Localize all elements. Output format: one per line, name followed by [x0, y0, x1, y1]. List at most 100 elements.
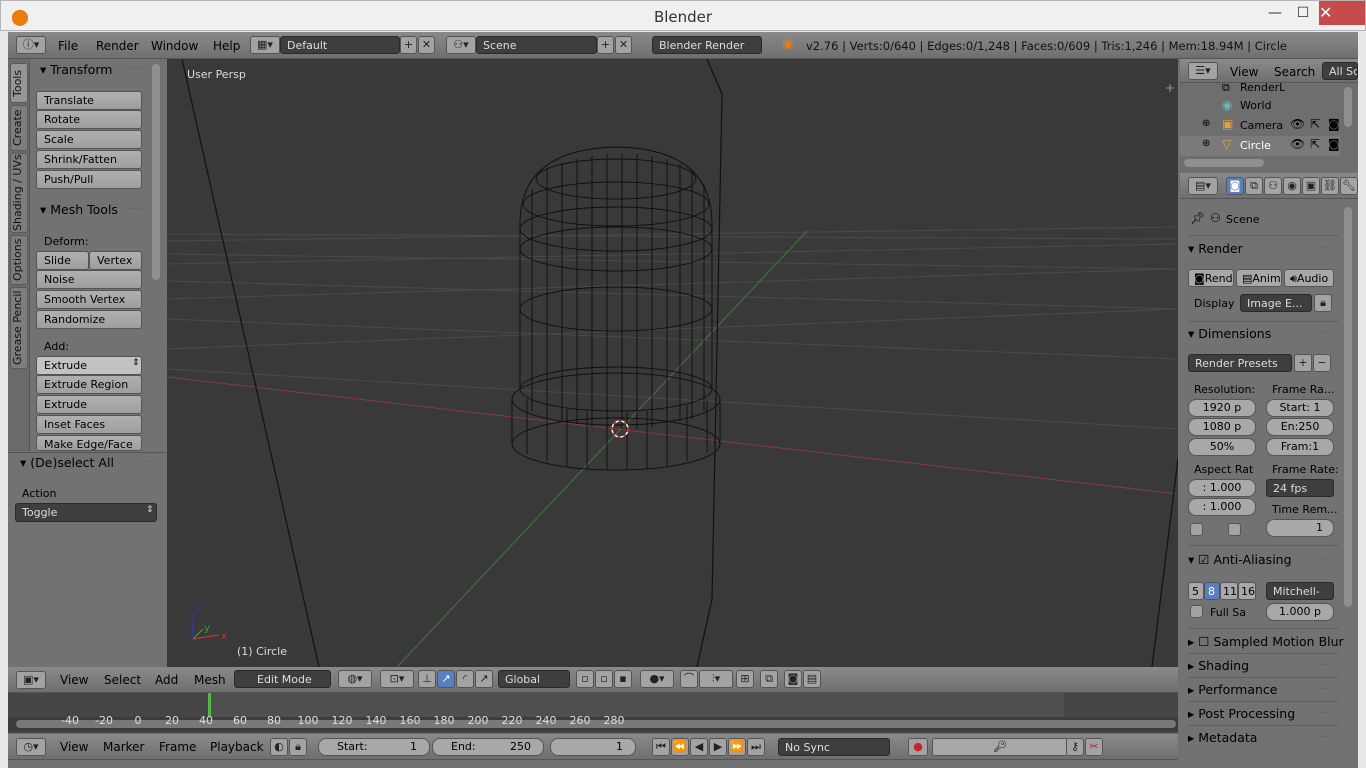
- add-layout-button[interactable]: +: [400, 36, 417, 54]
- face-select-icon[interactable]: ▪: [614, 670, 632, 688]
- scene-field[interactable]: Scene: [476, 36, 597, 54]
- aa-samples-16[interactable]: 16: [1238, 582, 1256, 600]
- preview-range-icon[interactable]: ◐: [270, 738, 288, 756]
- time-remap-field[interactable]: 1: [1266, 519, 1334, 537]
- expand-icon[interactable]: ⊕: [1202, 118, 1210, 129]
- dimensions-section-header[interactable]: ▾ Dimensions: [1188, 326, 1338, 341]
- editor-type-3dview-button[interactable]: ▣▾: [16, 671, 46, 689]
- extrude-individual-button[interactable]: Extrude Individual: [36, 395, 142, 428]
- panel-grip-icon[interactable]: ····: [128, 64, 145, 75]
- play-icon[interactable]: ▶: [709, 738, 727, 756]
- outliner-item-camera[interactable]: Camera: [1240, 119, 1283, 132]
- panel-grip-icon[interactable]: ···: [1320, 732, 1333, 743]
- render-presets-dropdown[interactable]: Render Presets: [1188, 354, 1292, 372]
- tab-tools[interactable]: Tools: [10, 63, 28, 103]
- menu-add[interactable]: Add: [155, 673, 178, 687]
- jump-start-icon[interactable]: ⏮: [652, 738, 670, 756]
- panel-grip-icon[interactable]: ···: [1320, 554, 1333, 565]
- antialiasing-section-header[interactable]: ▾ ☑ Anti-Aliasing: [1188, 552, 1338, 567]
- timeline-menu-marker[interactable]: Marker: [103, 740, 144, 754]
- aa-filter-dropdown[interactable]: Mitchell-: [1266, 582, 1334, 600]
- remove-preset-button[interactable]: −: [1313, 354, 1331, 372]
- close-window-button[interactable]: ✕: [1319, 1, 1365, 25]
- delete-layout-button[interactable]: ✕: [418, 36, 435, 54]
- aa-samples-5[interactable]: 5: [1188, 582, 1204, 600]
- scene-context-icon[interactable]: ⚇: [1264, 177, 1282, 195]
- current-frame-field[interactable]: 1: [550, 738, 636, 756]
- noise-button[interactable]: Noise: [36, 270, 142, 289]
- viewport-scene[interactable]: x y z: [167, 59, 1178, 667]
- vertex-select-icon[interactable]: ▫: [576, 670, 594, 688]
- visibility-eye-icon[interactable]: 👁︎: [1290, 117, 1305, 131]
- rotate-manipulator-icon[interactable]: ◜: [456, 670, 474, 688]
- render-camera-icon[interactable]: ◙: [1328, 117, 1340, 131]
- aspect-x-field[interactable]: : 1.000: [1188, 479, 1256, 497]
- border-checkbox[interactable]: [1190, 523, 1203, 536]
- record-icon[interactable]: ●: [908, 738, 928, 756]
- slide-edge-button[interactable]: Slide Ed: [36, 251, 89, 284]
- select-cursor-icon[interactable]: ⇱: [1310, 117, 1320, 131]
- crop-checkbox[interactable]: [1228, 523, 1241, 536]
- editor-type-timeline-button[interactable]: ◷▾: [16, 738, 46, 756]
- opengl-render-icon[interactable]: ◙: [784, 670, 802, 688]
- jump-keyframe-back-icon[interactable]: ⏪: [671, 738, 689, 756]
- add-preset-button[interactable]: +: [1294, 354, 1312, 372]
- render-engine-dropdown[interactable]: Blender Render: [652, 36, 762, 54]
- copy-icon[interactable]: ⧉: [760, 670, 778, 688]
- shading-section-header[interactable]: ▸ Shading: [1188, 658, 1338, 673]
- aa-samples-11[interactable]: 11: [1220, 582, 1238, 600]
- menu-render[interactable]: Render: [96, 39, 139, 53]
- outliner-item-circle[interactable]: Circle: [1240, 139, 1271, 152]
- screen-layout-icon[interactable]: ▦▾: [250, 36, 280, 54]
- resolution-percentage-field[interactable]: 50%: [1188, 438, 1256, 456]
- smooth-vertex-button[interactable]: Smooth Vertex: [36, 290, 142, 309]
- outliner-hscrollbar[interactable]: [1184, 159, 1264, 167]
- menu-select[interactable]: Select: [104, 673, 141, 687]
- modifiers-context-icon[interactable]: 🔧︎: [1340, 177, 1358, 195]
- maximize-button[interactable]: ☐: [1287, 5, 1319, 25]
- extrude-region-button[interactable]: Extrude Region: [36, 375, 142, 394]
- opengl-anim-icon[interactable]: ▤: [803, 670, 821, 688]
- render-section-header[interactable]: ▾ Render: [1188, 241, 1338, 256]
- tab-options[interactable]: Options: [10, 235, 28, 285]
- render-camera-icon[interactable]: ◙: [1328, 137, 1340, 151]
- panel-grip-icon[interactable]: ···: [1320, 328, 1333, 339]
- outliner-menu-search[interactable]: Search: [1274, 65, 1315, 79]
- scale-button[interactable]: Scale: [36, 130, 142, 149]
- end-frame-field[interactable]: End: 250: [432, 738, 544, 756]
- performance-section-header[interactable]: ▸ Performance: [1188, 682, 1338, 697]
- panel-grip-icon[interactable]: ···: [1320, 684, 1333, 695]
- play-reverse-icon[interactable]: ◀: [690, 738, 708, 756]
- resolution-y-field[interactable]: 1080 p: [1188, 418, 1256, 436]
- metadata-section-header[interactable]: ▸ Metadata: [1188, 730, 1338, 745]
- delete-keyframe-icon[interactable]: ✂: [1085, 738, 1103, 756]
- add-scene-button[interactable]: +: [597, 36, 614, 54]
- resolution-x-field[interactable]: 1920 p: [1188, 399, 1256, 417]
- editor-type-info-button[interactable]: ⓘ▾: [16, 36, 46, 54]
- aa-samples-8[interactable]: 8: [1204, 582, 1220, 600]
- frame-step-field[interactable]: Fram:1: [1266, 438, 1334, 456]
- timeline-menu-view[interactable]: View: [60, 740, 88, 754]
- delete-scene-button[interactable]: ✕: [615, 36, 632, 54]
- translate-manipulator-icon[interactable]: ↗: [437, 670, 455, 688]
- properties-scrollbar[interactable]: [1344, 207, 1352, 607]
- tool-shelf-scrollbar[interactable]: [152, 64, 160, 280]
- proportional-edit-dropdown[interactable]: ●▾: [640, 670, 674, 688]
- render-layers-context-icon[interactable]: ⧉: [1245, 177, 1263, 195]
- outliner-item-world[interactable]: World: [1240, 99, 1272, 112]
- visibility-eye-icon[interactable]: 👁︎: [1290, 137, 1305, 151]
- menu-mesh[interactable]: Mesh: [194, 673, 226, 687]
- editor-type-properties-button[interactable]: ▤▾: [1188, 177, 1218, 195]
- frame-start-field[interactable]: Start: 1: [1266, 399, 1334, 417]
- display-dropdown[interactable]: Image E...: [1240, 294, 1312, 312]
- tab-shading-uvs[interactable]: Shading / UVs: [10, 153, 28, 233]
- menu-file[interactable]: File: [58, 39, 78, 53]
- jump-keyframe-forward-icon[interactable]: ⏩: [728, 738, 746, 756]
- scale-manipulator-icon[interactable]: ↗: [475, 670, 493, 688]
- start-frame-field[interactable]: Start: 1: [318, 738, 430, 756]
- screen-layout-field[interactable]: Default: [280, 36, 400, 54]
- randomize-button[interactable]: Randomize: [36, 310, 142, 329]
- aa-filter-size-field[interactable]: 1.000 p: [1266, 603, 1334, 621]
- full-sample-checkbox[interactable]: [1190, 605, 1203, 618]
- render-button[interactable]: ◙Rend: [1188, 269, 1234, 287]
